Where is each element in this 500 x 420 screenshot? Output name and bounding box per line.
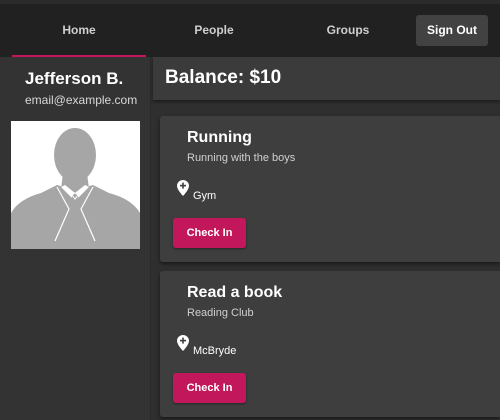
balance-text: Balance: $10 [165,67,282,88]
app-root: Home People Groups Sign Out Jefferson B.… [0,0,500,420]
location-label: McBryde [193,345,237,357]
balance-bar: Balance: $10 [153,57,500,100]
group-card: Read a book Reading Club McBryde Check I… [160,271,500,417]
tab-home[interactable]: Home [12,4,146,57]
avatar [11,121,140,249]
user-name: Jefferson B. [25,69,124,88]
check-in-button[interactable]: Check In [173,373,246,403]
sign-out-button[interactable]: Sign Out [416,15,488,46]
person-silhouette-icon [11,121,140,249]
user-email: email@example.com [25,93,138,107]
map-pin-plus-icon [177,335,189,351]
tab-people[interactable]: People [147,4,281,57]
profile-sidebar: Jefferson B. email@example.com [0,57,151,420]
group-card: Running Running with the boys Gym Check … [160,116,500,262]
group-title: Read a book [187,284,283,301]
top-nav: Home People Groups Sign Out [0,0,500,57]
group-title: Running [187,129,252,146]
map-pin-plus-icon [177,180,189,196]
check-in-button[interactable]: Check In [173,218,246,248]
group-subtitle: Running with the boys [187,152,296,164]
location-label: Gym [193,190,217,202]
tab-groups[interactable]: Groups [281,4,415,57]
group-subtitle: Reading Club [187,307,254,319]
